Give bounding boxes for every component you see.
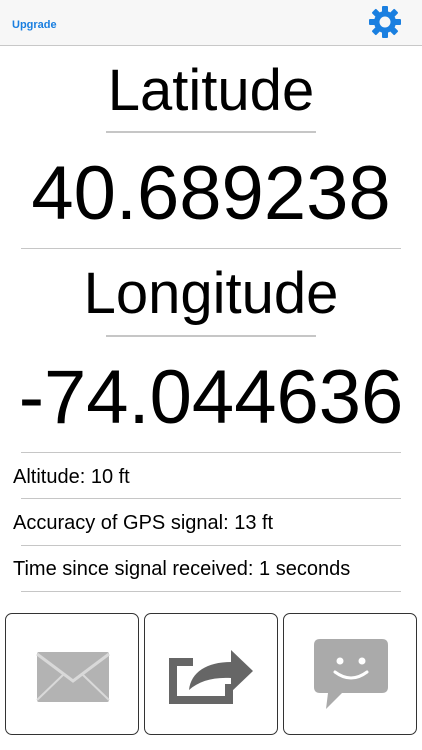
divider	[21, 545, 401, 546]
divider	[21, 452, 401, 453]
latitude-value: 40.689238	[31, 151, 391, 236]
divider	[21, 591, 401, 592]
envelope-icon	[36, 652, 110, 702]
share-icon	[169, 650, 253, 704]
message-button[interactable]	[283, 613, 417, 735]
altitude-text: Altitude: 10 ft	[13, 466, 130, 488]
gear-icon	[369, 6, 401, 38]
time-since-text: Time since signal received: 1 seconds	[13, 558, 351, 580]
navigation-bar: Upgrade	[0, 0, 422, 46]
divider	[21, 248, 401, 249]
longitude-underline	[106, 335, 316, 337]
longitude-value: -74.044636	[18, 355, 404, 440]
settings-button[interactable]	[368, 5, 402, 39]
email-button[interactable]	[5, 613, 139, 735]
message-bubble-icon	[314, 639, 388, 709]
longitude-label: Longitude	[83, 261, 339, 326]
latitude-underline	[106, 131, 316, 133]
upgrade-button[interactable]: Upgrade	[12, 19, 57, 31]
latitude-label: Latitude	[107, 58, 315, 123]
divider	[21, 498, 401, 499]
accuracy-text: Accuracy of GPS signal: 13 ft	[13, 512, 274, 534]
share-button[interactable]	[144, 613, 278, 735]
